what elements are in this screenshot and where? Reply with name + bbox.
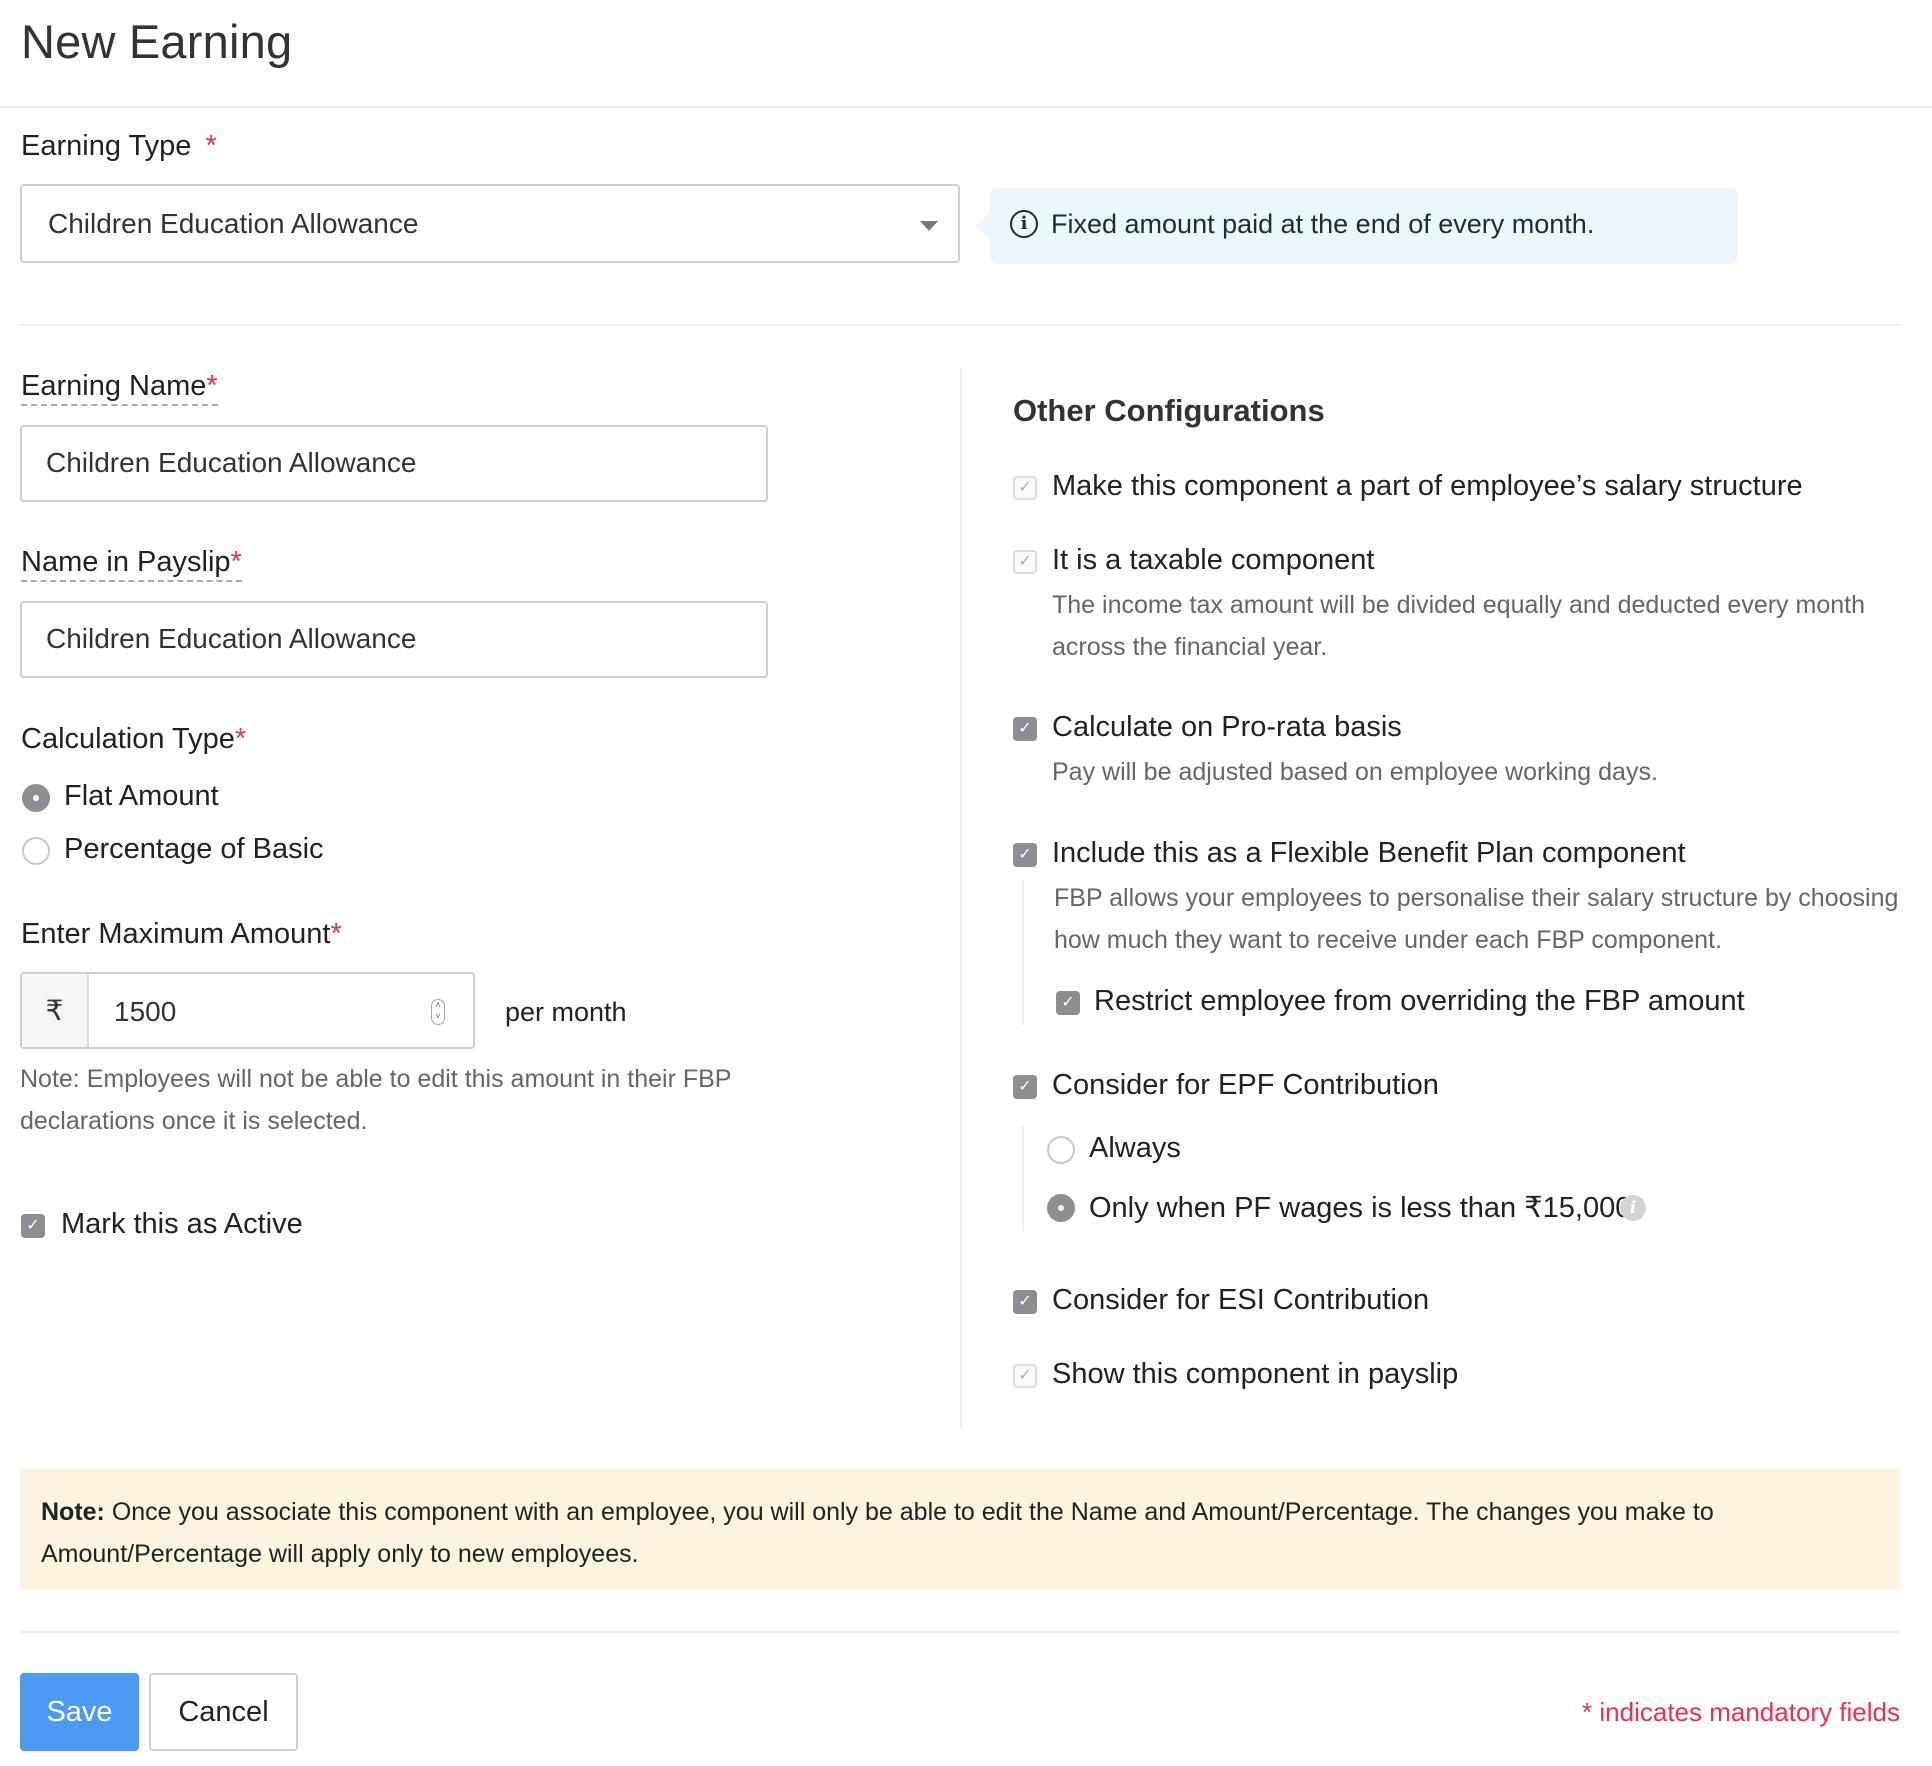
earning-type-select[interactable]: Children Education Allowance xyxy=(20,184,960,263)
prorata-label[interactable]: Calculate on Pro-rata basis xyxy=(1052,711,1402,744)
percentage-of-basic-label[interactable]: Percentage of Basic xyxy=(64,833,324,866)
section-divider xyxy=(20,324,1900,326)
save-button[interactable]: Save xyxy=(20,1673,139,1751)
fbp-label[interactable]: Include this as a Flexible Benefit Plan … xyxy=(1052,837,1686,870)
max-amount-label: Enter Maximum Amount* xyxy=(21,918,342,951)
show-in-payslip-label: Show this component in payslip xyxy=(1052,1358,1459,1390)
required-mark: * xyxy=(205,130,217,162)
required-mark: * xyxy=(234,723,247,755)
radio-percentage-of-basic[interactable] xyxy=(22,837,50,865)
info-icon[interactable]: i xyxy=(1620,1195,1646,1221)
radio-flat-amount[interactable] xyxy=(22,784,50,812)
mark-active-checkbox[interactable]: ✓ xyxy=(21,1214,45,1238)
earning-type-info-text: Fixed amount paid at the end of every mo… xyxy=(1051,209,1595,239)
rupee-icon: ₹ xyxy=(22,974,89,1047)
flat-amount-label[interactable]: Flat Amount xyxy=(64,780,219,813)
fbp-amount-note: Note: Employees will not be able to edit… xyxy=(20,1065,732,1135)
required-mark: * xyxy=(330,918,342,950)
epf-checkbox[interactable]: ✓ xyxy=(1013,1075,1037,1099)
radio-epf-pf-wages[interactable] xyxy=(1047,1194,1075,1222)
cancel-button[interactable]: Cancel xyxy=(149,1673,298,1751)
page-title: New Earning xyxy=(21,15,293,68)
association-note-text: Note: Once you associate this component … xyxy=(41,1491,1871,1575)
earning-name-label-text: Earning Name* xyxy=(21,370,218,406)
footer-divider xyxy=(20,1631,1900,1633)
epf-label[interactable]: Consider for EPF Contribution xyxy=(1052,1069,1439,1102)
max-amount-input[interactable] xyxy=(114,996,414,1028)
max-amount-field[interactable]: ₹ ˄˅ xyxy=(20,972,475,1049)
payslip-name-label: Name in Payslip* xyxy=(21,546,242,582)
fbp-checkbox[interactable]: ✓ xyxy=(1013,843,1037,867)
mandatory-fields-hint: * indicates mandatory fields xyxy=(1582,1697,1900,1727)
earning-type-label-text: Earning Type xyxy=(21,130,192,162)
required-mark: * xyxy=(206,370,218,402)
other-config-heading: Other Configurations xyxy=(1013,393,1325,428)
salary-structure-label: Make this component a part of employee’s… xyxy=(1052,470,1803,502)
taxable-checkbox[interactable]: ✓ xyxy=(1013,550,1037,574)
earning-type-value: Children Education Allowance xyxy=(48,208,419,239)
earning-name-label: Earning Name* xyxy=(21,370,218,406)
earning-name-field[interactable] xyxy=(20,425,768,502)
note-prefix: Note: xyxy=(41,1498,105,1526)
earning-name-label-value: Earning Name xyxy=(21,370,207,402)
epf-sub-divider xyxy=(1022,1126,1024,1231)
fbp-description: FBP allows your employees to personalise… xyxy=(1054,884,1899,954)
radio-epf-always[interactable] xyxy=(1047,1136,1075,1164)
earning-type-label: Earning Type * xyxy=(21,130,217,163)
earning-type-info-box: i Fixed amount paid at the end of every … xyxy=(976,188,1738,264)
column-divider xyxy=(960,368,962,1428)
chevron-down-icon xyxy=(920,221,938,231)
payslip-name-label-text: Name in Payslip* xyxy=(21,546,242,582)
restrict-fbp-label[interactable]: Restrict employee from overriding the FB… xyxy=(1094,985,1745,1018)
info-circle-icon: i xyxy=(1010,210,1038,238)
esi-label[interactable]: Consider for ESI Contribution xyxy=(1052,1284,1429,1317)
salary-structure-checkbox[interactable]: ✓ xyxy=(1013,476,1037,500)
number-stepper-icon[interactable]: ˄ ˅ xyxy=(431,999,445,1025)
epf-always-label[interactable]: Always xyxy=(1089,1132,1181,1165)
mark-active-label[interactable]: Mark this as Active xyxy=(61,1208,303,1241)
association-note: Note: Once you associate this component … xyxy=(20,1469,1900,1590)
taxable-description: The income tax amount will be divided eq… xyxy=(1052,591,1865,661)
prorata-checkbox[interactable]: ✓ xyxy=(1013,717,1037,741)
restrict-fbp-checkbox[interactable]: ✓ xyxy=(1056,991,1080,1015)
calculation-type-label: Calculation Type* xyxy=(21,723,246,756)
prorata-description: Pay will be adjusted based on employee w… xyxy=(1052,758,1658,786)
payslip-name-input[interactable] xyxy=(46,623,736,655)
required-mark: * xyxy=(230,546,242,578)
max-amount-label-text: Enter Maximum Amount xyxy=(21,918,331,950)
calculation-type-label-text: Calculation Type xyxy=(21,723,235,755)
taxable-label: It is a taxable component xyxy=(1052,544,1375,576)
per-month-label: per month xyxy=(505,997,627,1027)
payslip-name-field[interactable] xyxy=(20,601,768,678)
esi-checkbox[interactable]: ✓ xyxy=(1013,1290,1037,1314)
epf-pf-wages-label[interactable]: Only when PF wages is less than ₹15,000 xyxy=(1089,1190,1631,1225)
header-divider xyxy=(0,106,1932,108)
note-body: Once you associate this component with a… xyxy=(41,1498,1714,1568)
fbp-sub-divider xyxy=(1022,880,1024,1025)
earning-name-input[interactable] xyxy=(46,447,736,479)
show-in-payslip-checkbox[interactable]: ✓ xyxy=(1013,1364,1037,1388)
payslip-name-label-value: Name in Payslip xyxy=(21,546,231,578)
